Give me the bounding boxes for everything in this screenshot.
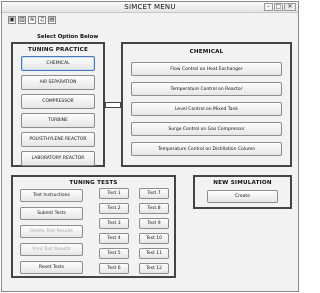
test-8-button[interactable]: Test 8 [139,203,169,214]
new-simulation-title: NEW SIMULATION [213,180,272,186]
temperature-control-distillation-column-button[interactable]: Temperature Control on Distillation Colu… [131,142,282,156]
window-title: SIMCET MENU [124,3,176,11]
test-5-button[interactable]: Test 5 [99,248,129,259]
submit-tests-button[interactable]: Submit Tests [20,207,83,220]
test-3-button[interactable]: Test 3 [99,218,129,229]
tune-icon[interactable]: ≋ [28,16,36,24]
tuning-practice-group: TUNING PRACTICE CHEMICAL AIR SEPARATION … [11,42,105,167]
create-button[interactable]: Create [207,190,278,203]
delete-test-results-button[interactable]: Delete Test Results [20,225,83,238]
tuning-practice-title: TUNING PRACTICE [27,47,88,53]
test-4-button[interactable]: Test 4 [99,233,129,244]
test-6-button[interactable]: Test 6 [99,263,129,274]
practice-compressor-button[interactable]: COMPRESSOR [21,94,95,109]
simcet-window: SIMCET MENU – □ ✕ ▣ ▥ ≋ ♫ ▤ Select Optio… [1,1,299,292]
chemical-title: CHEMICAL [189,49,224,55]
practice-laboratory-reactor-button[interactable]: LABORATORY REACTOR [21,151,95,166]
music-icon[interactable]: ♫ [38,16,46,24]
connector-indicator [105,102,121,108]
practice-chemical-button[interactable]: CHEMICAL [21,56,95,71]
chart-icon[interactable]: ▥ [18,16,26,24]
minimize-button[interactable]: – [264,3,273,11]
tuning-tests-group: TUNING TESTS Test Instructions Submit Te… [11,175,176,278]
surge-control-gas-compressor-button[interactable]: Surge Control on Gas Compressor [131,122,282,136]
close-button[interactable]: ✕ [284,3,296,11]
test-7-button[interactable]: Test 7 [139,188,169,199]
temperature-control-reactor-button[interactable]: Temperature Control on Reactor [131,82,282,96]
maximize-button[interactable]: □ [274,3,283,11]
test-2-button[interactable]: Test 2 [99,203,129,214]
chemical-group: CHEMICAL Flow Control on Heat Exchanger … [121,42,292,167]
test-10-button[interactable]: Test 10 [139,233,169,244]
test-12-button[interactable]: Test 12 [139,263,169,274]
select-option-label: Select Option Below [37,34,99,40]
test-1-button[interactable]: Test 1 [99,188,129,199]
practice-turbine-button[interactable]: TURBINE [21,113,95,128]
practice-polyethylene-reactor-button[interactable]: POLYETHYLENE REACTOR [21,132,95,147]
tuning-tests-title: TUNING TESTS [69,180,118,186]
test-instructions-button[interactable]: Test Instructions [20,189,83,202]
new-simulation-group: NEW SIMULATION Create [193,175,292,209]
test-9-button[interactable]: Test 9 [139,218,169,229]
practice-air-separation-button[interactable]: AIR SEPARATION [21,75,95,90]
level-control-mixed-tank-button[interactable]: Level Control on Mixed Tank [131,102,282,116]
toolbar: ▣ ▥ ≋ ♫ ▤ [8,16,56,24]
flow-control-heat-exchanger-button[interactable]: Flow Control on Heat Exchanger [131,62,282,76]
print-test-results-button[interactable]: Print Test Results [20,243,83,256]
page-icon[interactable]: ▤ [48,16,56,24]
test-11-button[interactable]: Test 11 [139,248,169,259]
open-icon[interactable]: ▣ [8,16,16,24]
reset-tests-button[interactable]: Reset Tests [20,261,83,274]
title-bar: SIMCET MENU – □ ✕ [2,2,298,13]
